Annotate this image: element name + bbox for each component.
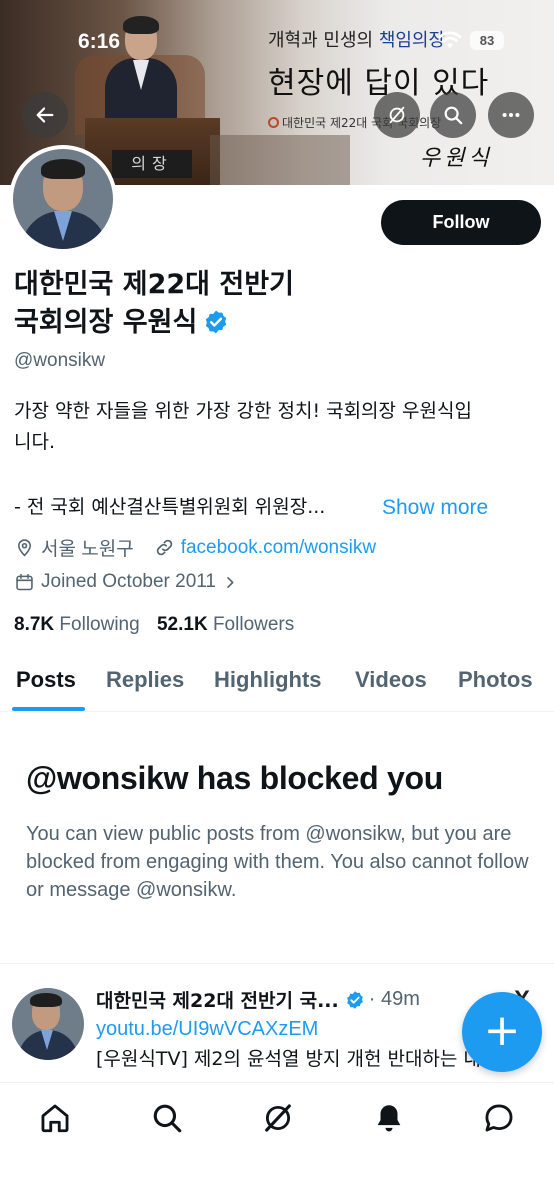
battery-indicator: 83 xyxy=(470,31,504,50)
back-arrow-icon xyxy=(36,107,54,123)
post-header: 대한민국 제22대 전반기 국... · 49m xyxy=(96,986,420,1013)
display-name-line1: 대한민국 제22대 전반기 xyxy=(14,269,294,300)
bio-line2: 니다. xyxy=(14,431,55,453)
grok-button[interactable] xyxy=(374,92,420,138)
verified-badge-icon[interactable] xyxy=(203,309,229,335)
joined-row[interactable]: Joined October 2011 xyxy=(14,571,244,593)
tab-replies[interactable]: Replies xyxy=(106,656,184,712)
banner-desk xyxy=(210,135,350,185)
follow-stats: 8.7K Following 52.1K Followers xyxy=(14,614,294,636)
joined-date: Joined October 2011 xyxy=(41,571,216,592)
nav-grok[interactable] xyxy=(261,1101,295,1135)
nav-messages[interactable] xyxy=(482,1101,516,1135)
profile-location: 서울 노원구 xyxy=(41,539,134,560)
banner-person xyxy=(100,10,180,128)
bio-line3: - 전 국회 예산결산특별위원회 위원장... xyxy=(14,496,326,518)
profile-handle: @wonsikw xyxy=(14,350,106,371)
post-time: · 49m xyxy=(368,988,420,1010)
active-tab-indicator xyxy=(12,707,85,711)
follow-button[interactable]: Follow xyxy=(381,200,541,245)
divider xyxy=(0,963,554,964)
nav-explore[interactable] xyxy=(150,1101,184,1135)
bottom-nav xyxy=(0,1082,554,1200)
status-time: 6:16 xyxy=(78,30,121,53)
post-avatar[interactable] xyxy=(12,988,84,1060)
more-icon xyxy=(502,112,520,118)
chevron-right-icon xyxy=(227,576,234,588)
display-name: 대한민국 제22대 전반기 국회의장 우원식 xyxy=(14,266,394,342)
grok-icon xyxy=(389,106,405,124)
home-icon xyxy=(41,1104,69,1133)
followers-stat[interactable]: 52.1K Followers xyxy=(157,614,294,635)
verified-badge-icon xyxy=(346,990,363,1009)
compose-post-button[interactable]: + xyxy=(462,992,542,1072)
following-stat[interactable]: 8.7K Following xyxy=(14,614,140,635)
bio-line1: 가장 약한 자들을 위한 가장 강한 정치! 국회의장 우원식입 xyxy=(14,400,472,422)
tab-highlights[interactable]: Highlights xyxy=(214,656,322,712)
post-author[interactable]: 대한민국 제22대 전반기 국... xyxy=(96,986,339,1013)
display-name-line2: 국회의장 우원식 xyxy=(14,304,394,342)
blocked-title: @wonsikw has blocked you xyxy=(26,760,443,796)
profile-meta-row: 서울 노원구 facebook.com/wonsikw xyxy=(14,534,376,561)
back-button[interactable] xyxy=(22,92,68,138)
banner-slogan-line1: 개혁과 민생의 책임의장 xyxy=(268,30,446,51)
location-icon xyxy=(18,539,31,557)
assembly-emblem-icon xyxy=(268,117,279,128)
link-icon xyxy=(156,539,172,556)
tab-videos[interactable]: Videos xyxy=(355,656,427,712)
profile-avatar[interactable] xyxy=(9,145,117,253)
banner-signature: 우원식 xyxy=(420,146,493,171)
banner-nameplate: 의장 xyxy=(112,150,192,178)
tab-photos[interactable]: Photos xyxy=(458,656,533,712)
nav-notifications[interactable] xyxy=(372,1101,406,1135)
blocked-message: You can view public posts from @wonsikw,… xyxy=(26,823,529,901)
grok-icon xyxy=(265,1104,291,1132)
nav-home[interactable] xyxy=(38,1101,72,1135)
search-icon xyxy=(444,106,463,125)
calendar-icon xyxy=(16,573,33,590)
profile-website-link[interactable]: facebook.com/wonsikw xyxy=(181,537,376,559)
show-more-link[interactable]: Show more xyxy=(382,492,488,523)
profile-bio: 가장 약한 자들을 위한 가장 강한 정치! 국회의장 우원식입 니다. xyxy=(14,396,544,458)
wifi-icon xyxy=(438,31,462,48)
messages-icon xyxy=(485,1104,513,1132)
explore-icon xyxy=(153,1104,182,1133)
tab-posts[interactable]: Posts xyxy=(16,656,76,712)
search-button[interactable] xyxy=(430,92,476,138)
post-link[interactable]: youtu.be/UI9wVCAXzEM xyxy=(96,1018,318,1041)
profile-tabs: Posts Replies Highlights Videos Photos xyxy=(0,656,554,712)
bell-icon xyxy=(377,1105,401,1132)
more-button[interactable] xyxy=(488,92,534,138)
